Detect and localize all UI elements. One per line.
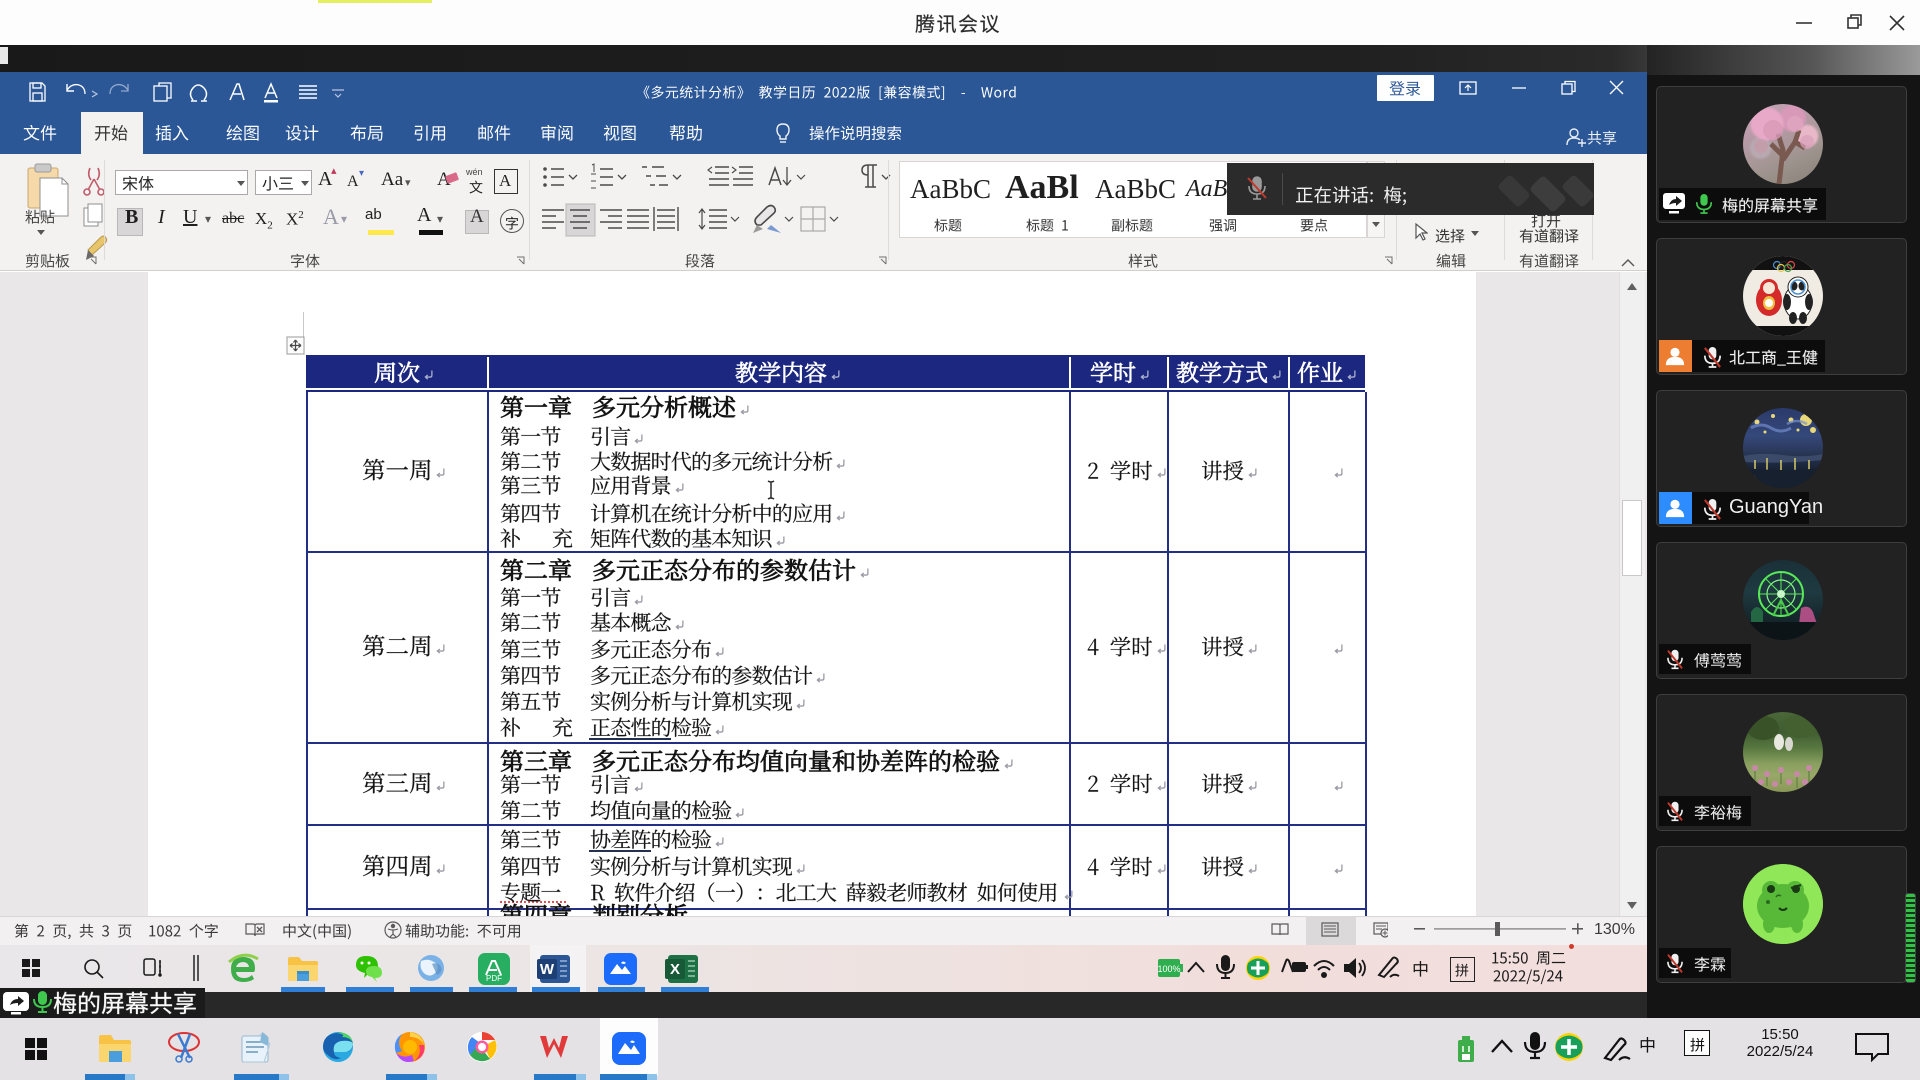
svg-text:PDF: PDF [486,974,502,983]
svg-text:W: W [540,961,555,978]
svg-text:X: X [670,961,680,978]
svg-text:100%: 100% [1157,964,1180,974]
